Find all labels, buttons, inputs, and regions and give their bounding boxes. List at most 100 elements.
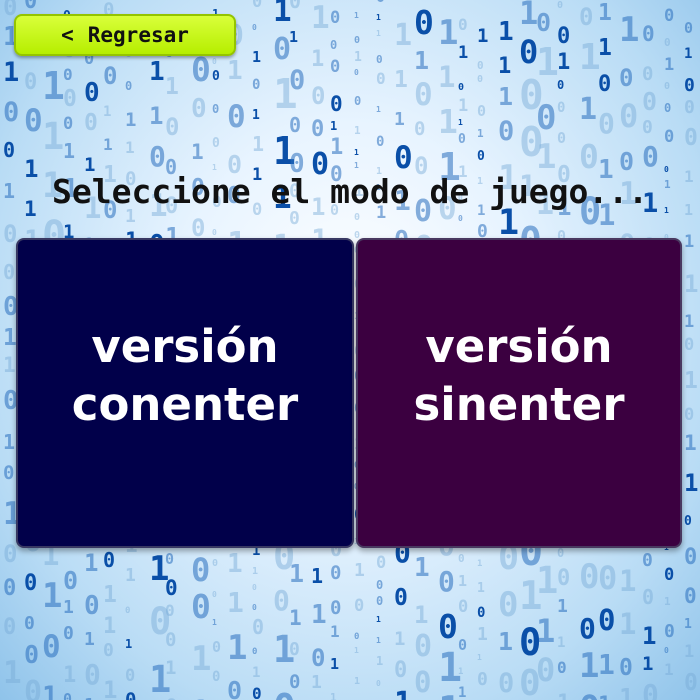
binary-digit: 1 xyxy=(684,431,697,455)
binary-digit: 0 xyxy=(684,405,695,425)
binary-digit: 0 xyxy=(212,558,219,569)
binary-digit: 0 xyxy=(536,98,557,138)
binary-digit: 1 xyxy=(376,105,381,114)
binary-digit: 1 xyxy=(330,119,338,133)
binary-digit: 0 xyxy=(84,110,98,136)
binary-digit: 0 xyxy=(125,689,137,700)
binary-digit: 0 xyxy=(330,562,342,584)
binary-digit: 1 xyxy=(3,57,20,88)
mode-button-conenter[interactable]: versión conenter xyxy=(16,238,354,548)
binary-digit: 1 xyxy=(42,681,59,700)
binary-digit: 0 xyxy=(684,514,692,529)
binary-digit: 1 xyxy=(414,601,429,629)
binary-digit: 0 xyxy=(354,35,361,46)
binary-digit: 0 xyxy=(642,550,653,571)
binary-digit: 1 xyxy=(619,607,637,641)
binary-digit: 0 xyxy=(149,140,166,173)
binary-digit: 0 xyxy=(642,87,658,116)
binary-digit: 1 xyxy=(103,104,112,120)
binary-digit: 0 xyxy=(376,578,384,592)
mode-label-line1: versión xyxy=(91,320,279,373)
binary-digit: 0 xyxy=(103,640,114,661)
binary-digit: 0 xyxy=(579,137,599,176)
back-button[interactable]: < Regresar xyxy=(14,14,236,56)
binary-digit: 0 xyxy=(84,78,100,108)
binary-digit: 1 xyxy=(684,46,693,62)
binary-digit: 0 xyxy=(376,679,381,688)
binary-digit: 0 xyxy=(354,596,365,616)
binary-digit: 0 xyxy=(330,8,341,28)
binary-digit: 0 xyxy=(557,546,565,560)
binary-digit: 0 xyxy=(458,132,466,147)
binary-digit: 1 xyxy=(394,689,412,700)
mode-label-line2: conenter xyxy=(71,378,299,431)
binary-digit: 0 xyxy=(376,134,385,150)
binary-digit: 0 xyxy=(598,107,615,140)
binary-digit: 0 xyxy=(311,644,326,672)
binary-digit: 0 xyxy=(414,665,432,699)
binary-digit: 0 xyxy=(664,565,675,585)
binary-digit: 1 xyxy=(330,622,340,641)
binary-digit: 0 xyxy=(330,92,343,116)
binary-digit: 1 xyxy=(598,648,615,681)
binary-digit: 0 xyxy=(103,62,118,90)
binary-digit: 1 xyxy=(84,629,95,650)
binary-digit: 0 xyxy=(311,117,325,142)
binary-digit: 0 xyxy=(438,565,455,598)
binary-digit: 0 xyxy=(84,658,101,691)
binary-digit: 0 xyxy=(330,38,338,52)
binary-digit: 0 xyxy=(664,36,671,49)
binary-digit: 1 xyxy=(252,566,259,577)
binary-digit: 0 xyxy=(212,590,217,599)
binary-digit: 1 xyxy=(311,600,327,630)
binary-digit: 0 xyxy=(273,584,290,617)
binary-digit: 1 xyxy=(394,109,405,130)
binary-digit: 1 xyxy=(598,35,612,61)
binary-digit: 0 xyxy=(289,639,300,660)
binary-digit: 0 xyxy=(24,571,38,596)
binary-digit: 0 xyxy=(191,214,206,242)
binary-digit: 1 xyxy=(477,127,484,140)
mode-label-line2: sinenter xyxy=(413,378,625,431)
binary-digit: 0 xyxy=(252,647,258,657)
binary-digit: 1 xyxy=(536,612,556,650)
binary-digit: 1 xyxy=(557,635,566,651)
binary-digit: 1 xyxy=(557,596,568,617)
binary-digit: 1 xyxy=(598,0,612,26)
binary-digit: 0 xyxy=(664,101,672,115)
binary-digit: 1 xyxy=(498,627,514,656)
binary-digit: 1 xyxy=(84,549,99,577)
binary-digit: 1 xyxy=(536,40,559,84)
binary-digit: 1 xyxy=(684,642,695,662)
binary-digit: 1 xyxy=(252,665,261,681)
binary-digit: 1 xyxy=(438,13,459,53)
binary-digit: 0 xyxy=(619,97,639,135)
binary-digit: 1 xyxy=(63,139,76,163)
binary-digit: 0 xyxy=(557,78,565,92)
binary-digit: 0 xyxy=(684,545,698,570)
binary-digit: 0 xyxy=(598,603,616,637)
binary-digit: 0 xyxy=(394,585,408,611)
binary-digit: 0 xyxy=(252,0,263,12)
binary-digit: 1 xyxy=(289,28,299,46)
binary-digit: 1 xyxy=(458,572,468,590)
binary-digit: 0 xyxy=(212,69,220,84)
binary-digit: 1 xyxy=(3,353,16,377)
binary-digit: 1 xyxy=(684,368,698,394)
binary-digit: 1 xyxy=(3,325,17,351)
binary-digit: 1 xyxy=(103,676,118,700)
binary-digit: 0 xyxy=(458,636,468,654)
binary-digit: 0 xyxy=(191,587,211,626)
binary-digit: 0 xyxy=(458,552,465,565)
binary-digit: 0 xyxy=(63,623,74,644)
binary-digit: 0 xyxy=(557,0,564,11)
binary-digit: 0 xyxy=(664,0,671,1)
binary-digit: 0 xyxy=(289,65,306,96)
binary-digit: 0 xyxy=(642,63,654,85)
binary-digit: 1 xyxy=(354,11,359,20)
binary-digit: 1 xyxy=(252,108,260,123)
mode-button-sinenter[interactable]: versión sinenter xyxy=(356,238,682,548)
binary-digit: 0 xyxy=(252,684,262,700)
binary-digit: 0 xyxy=(579,692,600,700)
binary-digit: 0 xyxy=(684,19,694,37)
